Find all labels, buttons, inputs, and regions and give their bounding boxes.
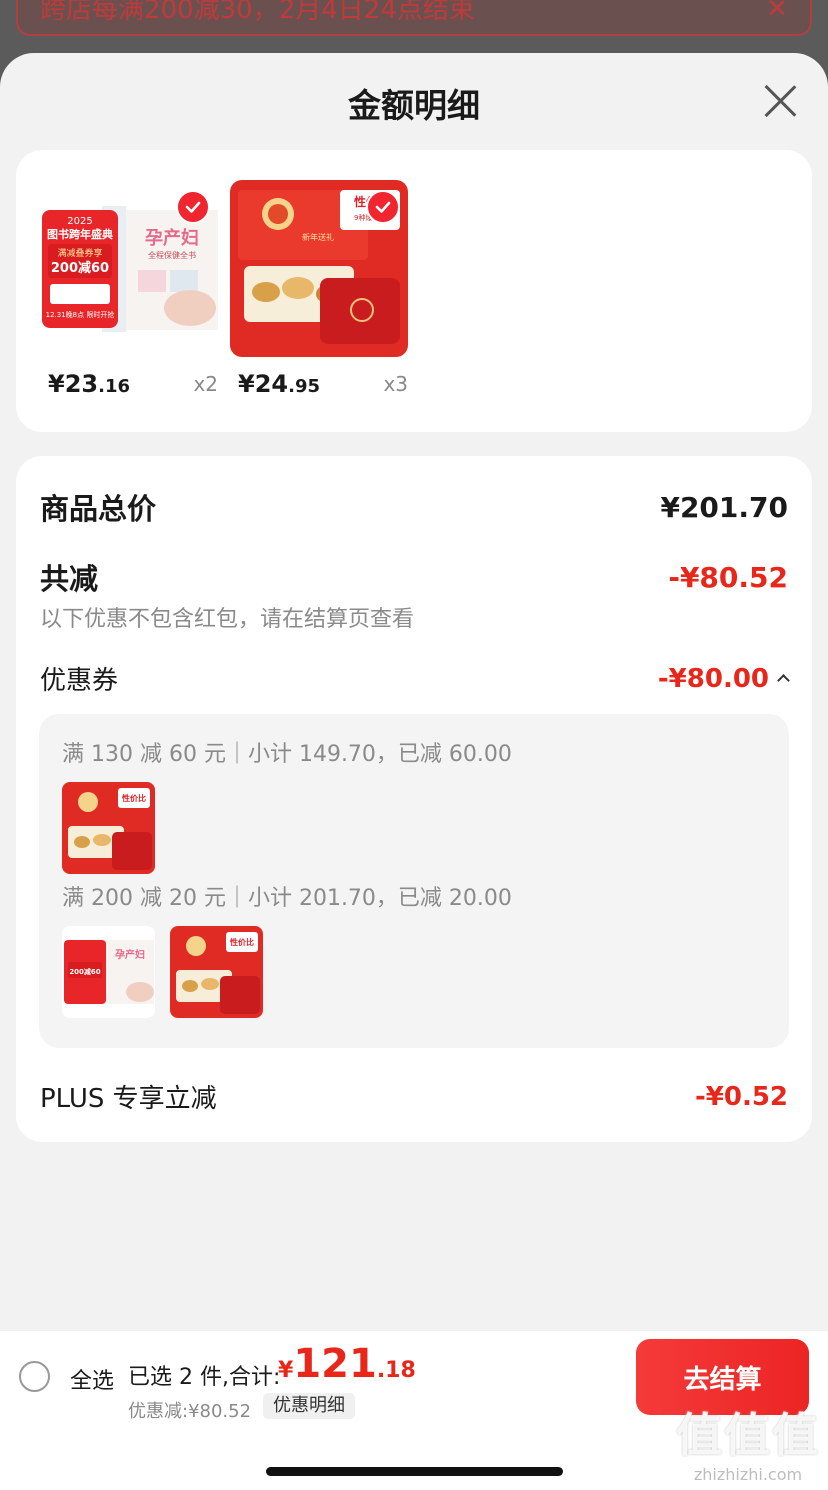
product-price: ¥23.16 (48, 370, 130, 398)
checked-icon[interactable] (366, 190, 400, 224)
watermark: 值值值 zhizhizhi.com (676, 1399, 820, 1484)
sheet-title: 金额明细 (348, 86, 480, 125)
chevron-up-icon[interactable] (777, 674, 790, 687)
svg-text:孕产妇: 孕产妇 (115, 948, 145, 961)
price-detail-card: 商品总价 ¥201.70 共减 -¥80.52 以下优惠不包含红包，请在结算页查… (16, 456, 812, 1142)
product-item[interactable]: 2025 图书跨年盛典 满减叠券享 200减60 12.31晚8点 限时开抢 孕… (40, 180, 218, 398)
total-price-row: 商品总价 ¥201.70 (40, 486, 788, 528)
coupon-group-text: 满 200 减 20 元｜小计 201.70，已减 20.00 (62, 886, 512, 911)
coupon-value: -¥80.00 (657, 663, 769, 694)
watermark-logo: 值值值 (676, 1408, 820, 1462)
pastry-box-thumb: 性价比 (170, 926, 263, 1018)
coupon-group-text: 满 130 减 60 元｜小计 149.70，已减 60.00 (62, 742, 512, 767)
close-button[interactable] (762, 83, 798, 119)
svg-text:性价比: 性价比 (230, 937, 254, 947)
checked-icon[interactable] (176, 190, 210, 224)
svg-text:200减60: 200减60 (69, 967, 100, 976)
svg-text:2025: 2025 (67, 216, 92, 227)
select-all-radio[interactable] (19, 1361, 50, 1392)
coupon-item-thumb: 性价比 (62, 782, 155, 874)
svg-text:新年送礼: 新年送礼 (302, 232, 334, 242)
coupon-row[interactable]: 优惠券 -¥80.00 (40, 660, 790, 697)
coupon-detail-box: 满 130 减 60 元｜小计 149.70，已减 60.00 性价比 满 20… (39, 714, 789, 1048)
svg-text:全程保健全书: 全程保健全书 (148, 250, 196, 260)
product-image: 2025 图书跨年盛典 满减叠券享 200减60 12.31晚8点 限时开抢 孕… (40, 180, 218, 357)
discount-detail-link[interactable]: 优惠明细 (263, 1393, 355, 1419)
product-item[interactable]: 性价比 9种爆款 新年送礼 ¥24.95 x3 (230, 180, 408, 398)
pastry-box-thumb: 性价比 (62, 782, 155, 874)
plus-label: PLUS 专享立减 (40, 1084, 217, 1114)
promo-banner: 跨店每满200减30，2月4日24点结束 ✕ (16, 0, 812, 36)
reduce-value: -¥80.52 (668, 560, 788, 594)
select-all-label[interactable]: 全选 (70, 1363, 114, 1395)
reduce-row: 共减 -¥80.52 (40, 556, 788, 598)
watermark-url: zhizhizhi.com (693, 1465, 803, 1484)
reduce-label: 共减 (40, 562, 99, 596)
svg-text:孕产妇: 孕产妇 (145, 227, 199, 249)
amount-detail-sheet: 金额明细 2025 图书跨年盛典 满减叠券享 200减60 12.31晚8点 限… (0, 53, 828, 1490)
svg-text:图书跨年盛典: 图书跨年盛典 (47, 227, 113, 241)
total-price-label: 商品总价 (40, 492, 157, 526)
product-price: ¥24.95 (238, 370, 320, 398)
svg-text:性价比: 性价比 (122, 793, 146, 803)
promo-banner-text: 跨店每满200减30，2月4日24点结束 (40, 0, 475, 25)
svg-text:200减60: 200减60 (51, 260, 109, 276)
product-qty: x2 (193, 372, 218, 396)
total-amount: ¥121.18 (278, 1341, 416, 1387)
checkout-bar: 全选 已选 2 件,合计: ¥121.18 优惠减:¥80.52 优惠明细 去结… (0, 1331, 828, 1490)
home-indicator (266, 1467, 563, 1476)
plus-row: PLUS 专享立减 -¥0.52 (40, 1078, 788, 1115)
book-cover-thumb: 200减60 孕产妇 (62, 926, 155, 1018)
coupon-label: 优惠券 (40, 666, 119, 696)
plus-value: -¥0.52 (694, 1081, 788, 1112)
total-price-value: ¥201.70 (660, 490, 788, 524)
coupon-item-thumb: 性价比 (170, 926, 263, 1018)
product-image: 性价比 9种爆款 新年送礼 (230, 180, 408, 357)
product-qty: x3 (383, 372, 408, 396)
coupon-item-thumb: 200减60 孕产妇 (62, 926, 155, 1018)
discount-summary: 优惠减:¥80.52 (128, 1401, 252, 1422)
selected-count: 已选 2 件,合计: (128, 1365, 281, 1390)
reduce-note: 以下优惠不包含红包，请在结算页查看 (40, 607, 415, 632)
svg-text:满减叠券享: 满减叠券享 (57, 247, 102, 259)
close-icon: ✕ (766, 0, 788, 24)
svg-text:12.31晚8点 限时开抢: 12.31晚8点 限时开抢 (46, 310, 115, 319)
product-card: 2025 图书跨年盛典 满减叠券享 200减60 12.31晚8点 限时开抢 孕… (16, 150, 812, 432)
